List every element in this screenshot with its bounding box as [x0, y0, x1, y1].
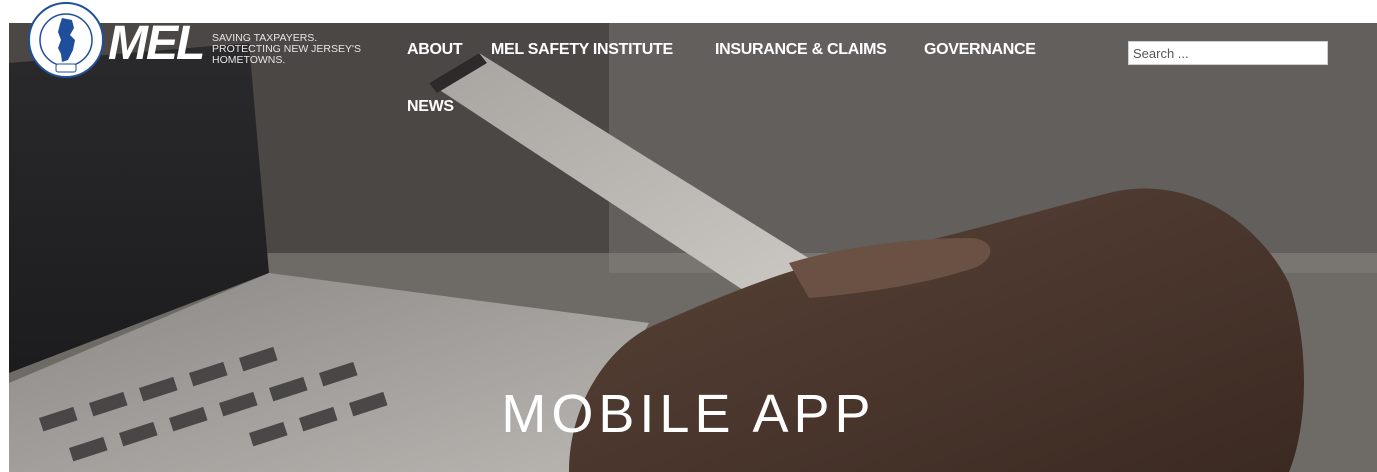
search-input[interactable]: [1128, 41, 1328, 65]
nav-item-news[interactable]: NEWS: [407, 98, 454, 116]
nav-item-mel-safety-institute[interactable]: MEL SAFETY INSTITUTE: [491, 41, 673, 59]
mel-wordmark[interactable]: MEL: [108, 20, 205, 68]
top-white-bar: [0, 0, 1377, 23]
tagline-line-3: HOMETOWNS.: [212, 54, 286, 66]
nav-item-insurance-claims[interactable]: INSURANCE & CLAIMS: [715, 41, 887, 59]
nav-item-about[interactable]: ABOUT: [407, 41, 463, 59]
page: MEL SAVING TAXPAYERS. PROTECTING NEW JER…: [0, 0, 1377, 472]
mel-seal-logo[interactable]: [28, 2, 104, 78]
hero-title: MOBILE APP: [501, 384, 876, 444]
nav-item-governance[interactable]: GOVERNANCE: [924, 41, 1036, 59]
site-tagline: SAVING TAXPAYERS. PROTECTING NEW JERSEY'…: [212, 33, 392, 66]
